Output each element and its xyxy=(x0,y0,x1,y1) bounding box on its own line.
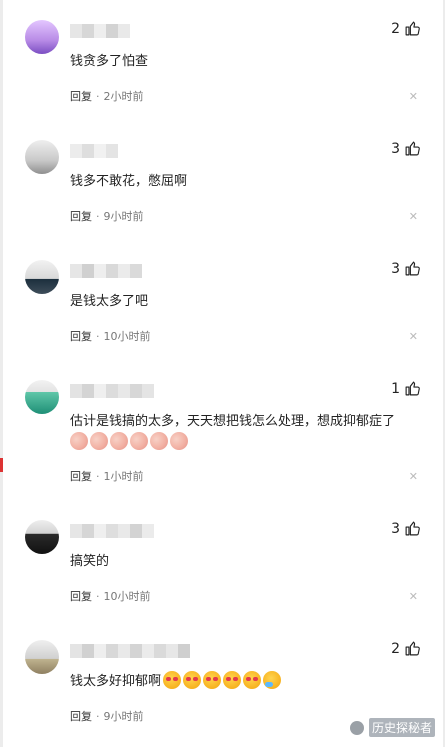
watermark-text: 历史探秘者 xyxy=(368,718,435,737)
reply-link[interactable]: 回复 xyxy=(70,468,92,484)
meta-separator: · xyxy=(96,709,100,723)
like-count: 3 xyxy=(391,260,400,277)
comment-meta: 回复 · 10小时前 xyxy=(70,328,151,344)
comment-item: 3 是钱太多了吧 回复 · 10小时前 ✕ xyxy=(0,260,445,370)
comment-text: 钱太多好抑郁啊 xyxy=(70,670,282,689)
meta-separator: · xyxy=(96,589,100,603)
username-blurred[interactable] xyxy=(70,524,154,538)
close-icon[interactable]: ✕ xyxy=(409,471,418,482)
username-blurred[interactable] xyxy=(70,144,118,158)
thumbs-up-emoji xyxy=(150,432,168,450)
comment-text: 估计是钱搞的太多，天天想把钱怎么处理，想成抑郁症了 xyxy=(70,414,396,429)
comment-item: 2 钱贪多了怕查 回复 · 2小时前 ✕ xyxy=(0,20,445,130)
thumbs-up-icon xyxy=(405,21,420,36)
heart-eyes-crying-emoji xyxy=(183,670,202,689)
close-icon[interactable]: ✕ xyxy=(409,331,418,342)
comment-text: 搞笑的 xyxy=(70,554,110,569)
like-count: 3 xyxy=(391,520,400,537)
thumbs-up-emoji xyxy=(90,432,108,450)
like-count: 2 xyxy=(391,640,400,657)
comment-meta: 回复 · 9小时前 xyxy=(70,708,144,724)
avatar[interactable] xyxy=(25,140,59,174)
reply-link[interactable]: 回复 xyxy=(70,208,92,224)
comment-text-content: 钱太多好抑郁啊 xyxy=(70,674,162,689)
comment-item: 1 估计是钱搞的太多，天天想把钱怎么处理，想成抑郁症了 回复 · 1小时前 ✕ xyxy=(0,380,445,490)
like-count: 3 xyxy=(391,140,400,157)
like-count: 2 xyxy=(391,20,400,37)
watermark: 历史探秘者 xyxy=(349,718,435,737)
avatar[interactable] xyxy=(25,260,59,294)
thumbs-up-icon xyxy=(405,521,420,536)
reply-link[interactable]: 回复 xyxy=(70,88,92,104)
username-blurred[interactable] xyxy=(70,264,142,278)
emoji-row xyxy=(163,670,282,689)
like-button[interactable]: 1 xyxy=(391,380,421,397)
meta-separator: · xyxy=(96,89,100,103)
like-button[interactable]: 2 xyxy=(391,20,421,37)
comment-meta: 回复 · 9小时前 xyxy=(70,208,144,224)
comment-text: 是钱太多了吧 xyxy=(70,294,149,309)
comment-time: 9小时前 xyxy=(103,710,144,723)
comment-text: 钱贪多了怕查 xyxy=(70,54,149,69)
username-blurred[interactable] xyxy=(70,384,154,398)
like-button[interactable]: 2 xyxy=(391,640,421,657)
reply-link[interactable]: 回复 xyxy=(70,588,92,604)
avatar[interactable] xyxy=(25,20,59,54)
comment-time: 9小时前 xyxy=(103,210,144,223)
heart-eyes-crying-emoji xyxy=(243,670,262,689)
thumbs-up-icon xyxy=(405,641,420,656)
comment-time: 10小时前 xyxy=(103,330,151,343)
thumbs-up-icon xyxy=(405,141,420,156)
like-button[interactable]: 3 xyxy=(391,520,421,537)
close-icon[interactable]: ✕ xyxy=(409,211,418,222)
thumbs-up-icon xyxy=(405,381,420,396)
heart-eyes-crying-emoji xyxy=(223,670,242,689)
thumbs-up-emoji xyxy=(70,432,88,450)
thumbs-up-emoji xyxy=(110,432,128,450)
comment-meta: 回复 · 2小时前 xyxy=(70,88,144,104)
username-blurred[interactable] xyxy=(70,24,130,38)
reply-link[interactable]: 回复 xyxy=(70,708,92,724)
comment-item: 3 搞笑的 回复 · 10小时前 ✕ xyxy=(0,520,445,630)
username-blurred[interactable] xyxy=(70,644,190,658)
meta-separator: · xyxy=(96,469,100,483)
meta-separator: · xyxy=(96,329,100,343)
comment-meta: 回复 · 1小时前 xyxy=(70,468,144,484)
close-icon[interactable]: ✕ xyxy=(409,91,418,102)
comment-time: 10小时前 xyxy=(103,590,151,603)
thumbs-up-emoji xyxy=(130,432,148,450)
like-button[interactable]: 3 xyxy=(391,140,421,157)
comment-text: 钱多不敢花，憋屈啊 xyxy=(70,174,188,189)
heart-eyes-crying-emoji xyxy=(203,670,222,689)
close-icon[interactable]: ✕ xyxy=(409,591,418,602)
avatar[interactable] xyxy=(25,380,59,414)
reply-link[interactable]: 回复 xyxy=(70,328,92,344)
comment-item: 3 钱多不敢花，憋屈啊 回复 · 9小时前 ✕ xyxy=(0,140,445,250)
avatar[interactable] xyxy=(25,520,59,554)
emoji-row xyxy=(70,432,188,450)
comment-time: 2小时前 xyxy=(103,90,144,103)
heart-eyes-crying-emoji xyxy=(163,670,182,689)
avatar[interactable] xyxy=(25,640,59,674)
like-count: 1 xyxy=(391,380,400,397)
thumbs-up-icon xyxy=(405,261,420,276)
thumbs-up-emoji xyxy=(170,432,188,450)
meta-separator: · xyxy=(96,209,100,223)
laugh-crying-emoji xyxy=(263,670,282,689)
watermark-logo-icon xyxy=(349,720,364,735)
comment-meta: 回复 · 10小时前 xyxy=(70,588,151,604)
comment-time: 1小时前 xyxy=(103,470,144,483)
like-button[interactable]: 3 xyxy=(391,260,421,277)
